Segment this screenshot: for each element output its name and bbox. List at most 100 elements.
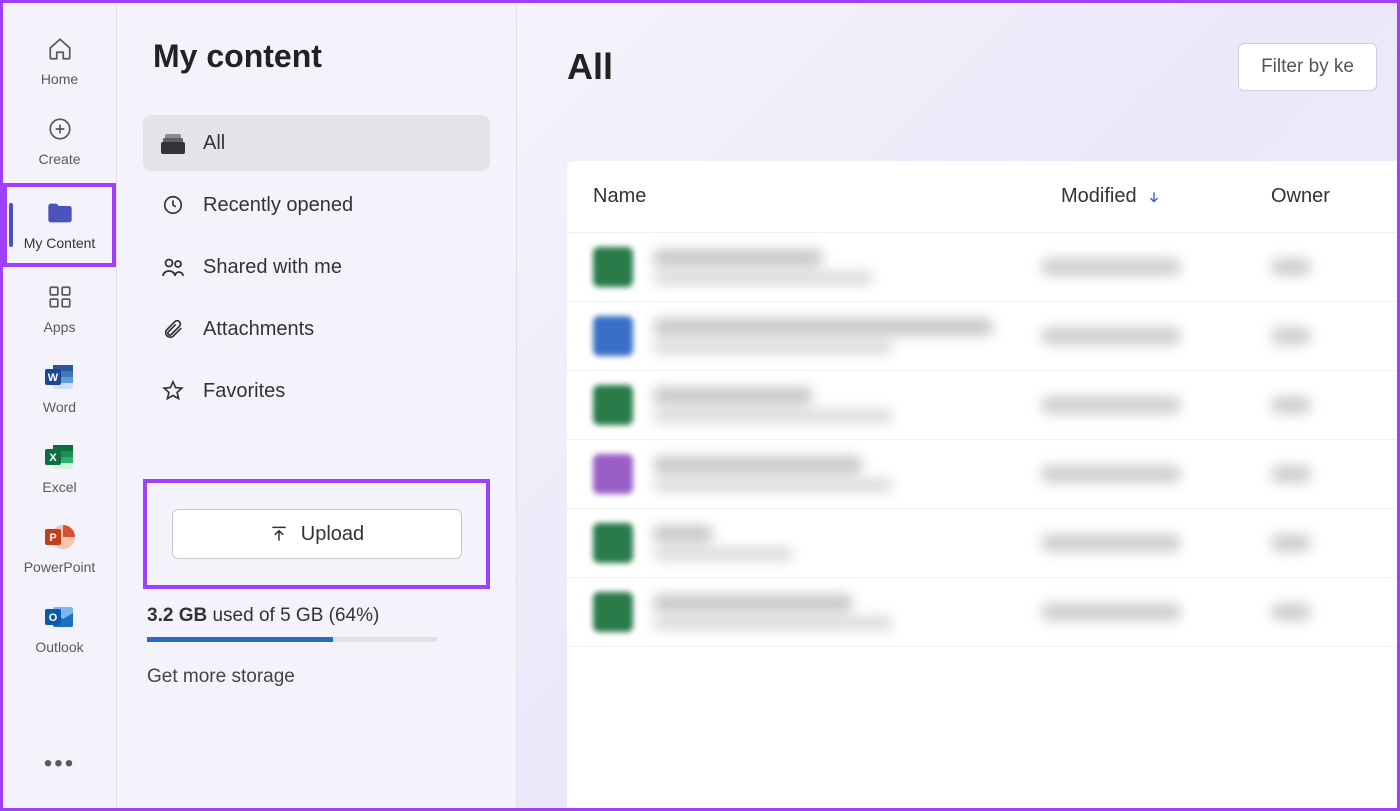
modified-cell (1041, 534, 1251, 552)
powerpoint-icon: P (44, 521, 76, 553)
main-header: All Filter by ke (567, 43, 1397, 91)
table-row[interactable] (567, 440, 1397, 509)
rail-outlook-label: Outlook (35, 639, 83, 655)
file-sub-blur (653, 271, 873, 285)
nav-favorites-label: Favorites (203, 380, 285, 403)
main-title: All (567, 46, 613, 88)
rail-home[interactable]: Home (3, 23, 116, 99)
storage-rest: used of 5 GB (64%) (207, 605, 379, 626)
rail-powerpoint[interactable]: P PowerPoint (3, 511, 116, 587)
file-sub-blur (653, 409, 893, 423)
upload-button[interactable]: Upload (172, 509, 462, 559)
table-row[interactable] (567, 578, 1397, 647)
nav-favorites[interactable]: Favorites (143, 363, 490, 419)
storage-text: 3.2 GB used of 5 GB (64%) (147, 605, 490, 627)
nav-attachments-label: Attachments (203, 318, 314, 341)
nav-recent-label: Recently opened (203, 194, 353, 217)
rail-my-content[interactable]: My Content (3, 183, 116, 267)
nav-shared[interactable]: Shared with me (143, 239, 490, 295)
col-name[interactable]: Name (593, 185, 1061, 208)
get-more-storage-link[interactable]: Get more storage (147, 666, 490, 688)
row-texts (653, 525, 1021, 561)
plus-circle-icon (44, 113, 76, 145)
col-modified[interactable]: Modified (1061, 185, 1271, 208)
col-modified-label: Modified (1061, 185, 1137, 208)
rail-create[interactable]: Create (3, 103, 116, 179)
content-nav: All Recently opened Shared with me Attac… (143, 115, 490, 419)
owner-cell (1271, 603, 1371, 621)
file-sub-blur (653, 478, 893, 492)
table-row[interactable] (567, 371, 1397, 440)
storage-bar-fill (147, 637, 333, 642)
file-name-blur (653, 456, 863, 474)
nav-all[interactable]: All (143, 115, 490, 171)
rail-create-label: Create (38, 151, 80, 167)
filter-button[interactable]: Filter by ke (1238, 43, 1377, 91)
folder-icon (44, 197, 76, 229)
word-icon: W (44, 361, 76, 393)
sort-down-icon (1147, 190, 1161, 204)
modified-cell (1041, 465, 1251, 483)
file-type-icon (593, 316, 633, 356)
col-owner[interactable]: Owner (1271, 185, 1371, 208)
file-type-icon (593, 592, 633, 632)
table-header: Name Modified Owner (567, 161, 1397, 233)
rail-powerpoint-label: PowerPoint (24, 559, 96, 575)
panel-title: My content (143, 38, 490, 75)
storage-bar (147, 637, 437, 642)
owner-cell (1271, 396, 1371, 414)
app-rail: Home Create My Content Apps W Word (3, 3, 117, 808)
nav-all-label: All (203, 132, 225, 155)
file-type-icon (593, 385, 633, 425)
svg-text:P: P (49, 532, 56, 544)
main-content: All Filter by ke Name Modified Owner (517, 3, 1397, 808)
owner-cell (1271, 465, 1371, 483)
upload-icon (269, 524, 289, 544)
content-side-panel: My content All Recently opened Shared wi… (117, 3, 517, 808)
rail-my-content-label: My Content (24, 235, 96, 251)
nav-recent[interactable]: Recently opened (143, 177, 490, 233)
stack-icon (161, 131, 185, 155)
rail-excel-label: Excel (42, 479, 76, 495)
file-name-blur (653, 318, 993, 336)
file-type-icon (593, 454, 633, 494)
modified-cell (1041, 603, 1251, 621)
file-type-icon (593, 247, 633, 287)
file-type-icon (593, 523, 633, 563)
rail-apps-label: Apps (44, 319, 76, 335)
modified-cell (1041, 396, 1251, 414)
rail-home-label: Home (41, 71, 78, 87)
upload-label: Upload (301, 523, 364, 546)
paperclip-icon (161, 317, 185, 341)
svg-text:W: W (47, 372, 58, 384)
owner-cell (1271, 327, 1371, 345)
home-icon (44, 33, 76, 65)
row-texts (653, 249, 1021, 285)
nav-attachments[interactable]: Attachments (143, 301, 490, 357)
excel-icon: X (44, 441, 76, 473)
svg-text:X: X (49, 452, 57, 464)
rail-more[interactable]: ••• (44, 750, 75, 778)
row-texts (653, 387, 1021, 423)
file-sub-blur (653, 616, 893, 630)
storage-used: 3.2 GB (147, 605, 207, 626)
row-texts (653, 318, 1021, 354)
apps-icon (44, 281, 76, 313)
file-table: Name Modified Owner (567, 161, 1397, 808)
file-name-blur (653, 594, 853, 612)
rail-word-label: Word (43, 399, 76, 415)
rail-apps[interactable]: Apps (3, 271, 116, 347)
modified-cell (1041, 258, 1251, 276)
row-texts (653, 456, 1021, 492)
upload-highlight: Upload (143, 479, 490, 589)
rail-excel[interactable]: X Excel (3, 431, 116, 507)
file-name-blur (653, 249, 823, 267)
svg-text:O: O (48, 612, 57, 624)
rail-word[interactable]: W Word (3, 351, 116, 427)
table-row[interactable] (567, 233, 1397, 302)
table-row[interactable] (567, 509, 1397, 578)
owner-cell (1271, 534, 1371, 552)
rail-outlook[interactable]: O Outlook (3, 591, 116, 667)
table-body (567, 233, 1397, 647)
table-row[interactable] (567, 302, 1397, 371)
